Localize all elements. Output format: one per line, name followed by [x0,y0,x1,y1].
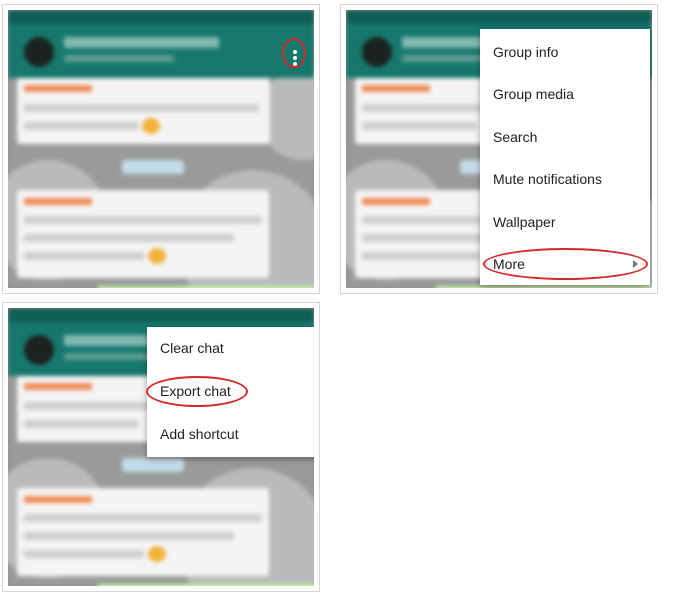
highlight-ellipse [483,248,648,280]
highlight-ellipse [146,376,248,407]
overflow-menu: Group info Group media Search Mute notif… [480,29,650,285]
menu-item-add-shortcut[interactable]: Add shortcut [147,413,314,455]
step-panel-3: Clear chat Export chat Add shortcut [2,302,320,592]
chat-screen: Clear chat Export chat Add shortcut [8,308,314,586]
menu-item-group-info[interactable]: Group info [480,31,650,73]
highlight-circle [282,38,306,68]
step-panel-2: Group info Group media Search Mute notif… [340,4,658,294]
menu-item-label: Add shortcut [160,426,239,442]
menu-item-label: Wallpaper [493,214,556,230]
menu-item-mute-notifications[interactable]: Mute notifications [480,158,650,200]
menu-item-label: Group info [493,44,559,60]
blurred-chat-background [8,10,314,288]
menu-item-label: Mute notifications [493,171,602,187]
menu-item-group-media[interactable]: Group media [480,73,650,115]
chat-screen: Group info Group media Search Mute notif… [346,10,652,288]
menu-item-label: Search [493,129,538,145]
menu-item-search[interactable]: Search [480,116,650,158]
chat-screen [8,10,314,288]
menu-item-clear-chat[interactable]: Clear chat [147,327,314,369]
step-panel-1 [2,4,320,294]
menu-item-wallpaper[interactable]: Wallpaper [480,201,650,243]
menu-item-label: Clear chat [160,340,224,356]
menu-item-label: Group media [493,86,574,102]
